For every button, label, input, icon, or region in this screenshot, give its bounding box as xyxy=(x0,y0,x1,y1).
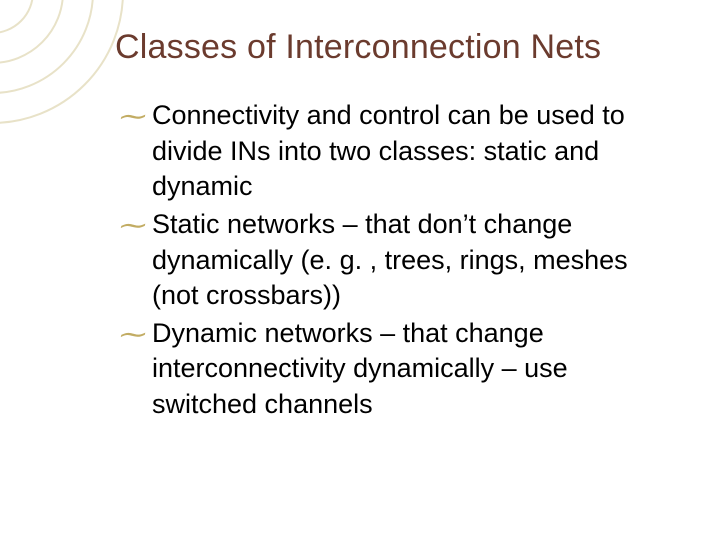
curl-bullet-icon: ⁓ xyxy=(118,318,144,352)
slide-body: ⁓ Connectivity and control can be used t… xyxy=(118,98,680,425)
curl-bullet-icon: ⁓ xyxy=(118,100,144,134)
slide: Classes of Interconnection Nets ⁓ Connec… xyxy=(0,0,720,540)
bullet-item: ⁓ Connectivity and control can be used t… xyxy=(118,98,680,205)
bullet-item: ⁓ Dynamic networks – that change interco… xyxy=(118,316,680,423)
curl-bullet-icon: ⁓ xyxy=(118,209,144,243)
bullet-lead: Dynamic xyxy=(152,318,257,348)
bullet-lead: Static xyxy=(152,209,220,239)
bullet-text: networks – that don’t change dynamically… xyxy=(152,209,628,310)
slide-title: Classes of Interconnection Nets xyxy=(115,28,601,67)
bullet-lead: Connectivity xyxy=(152,100,299,130)
bullet-item: ⁓ Static networks – that don’t change dy… xyxy=(118,207,680,314)
